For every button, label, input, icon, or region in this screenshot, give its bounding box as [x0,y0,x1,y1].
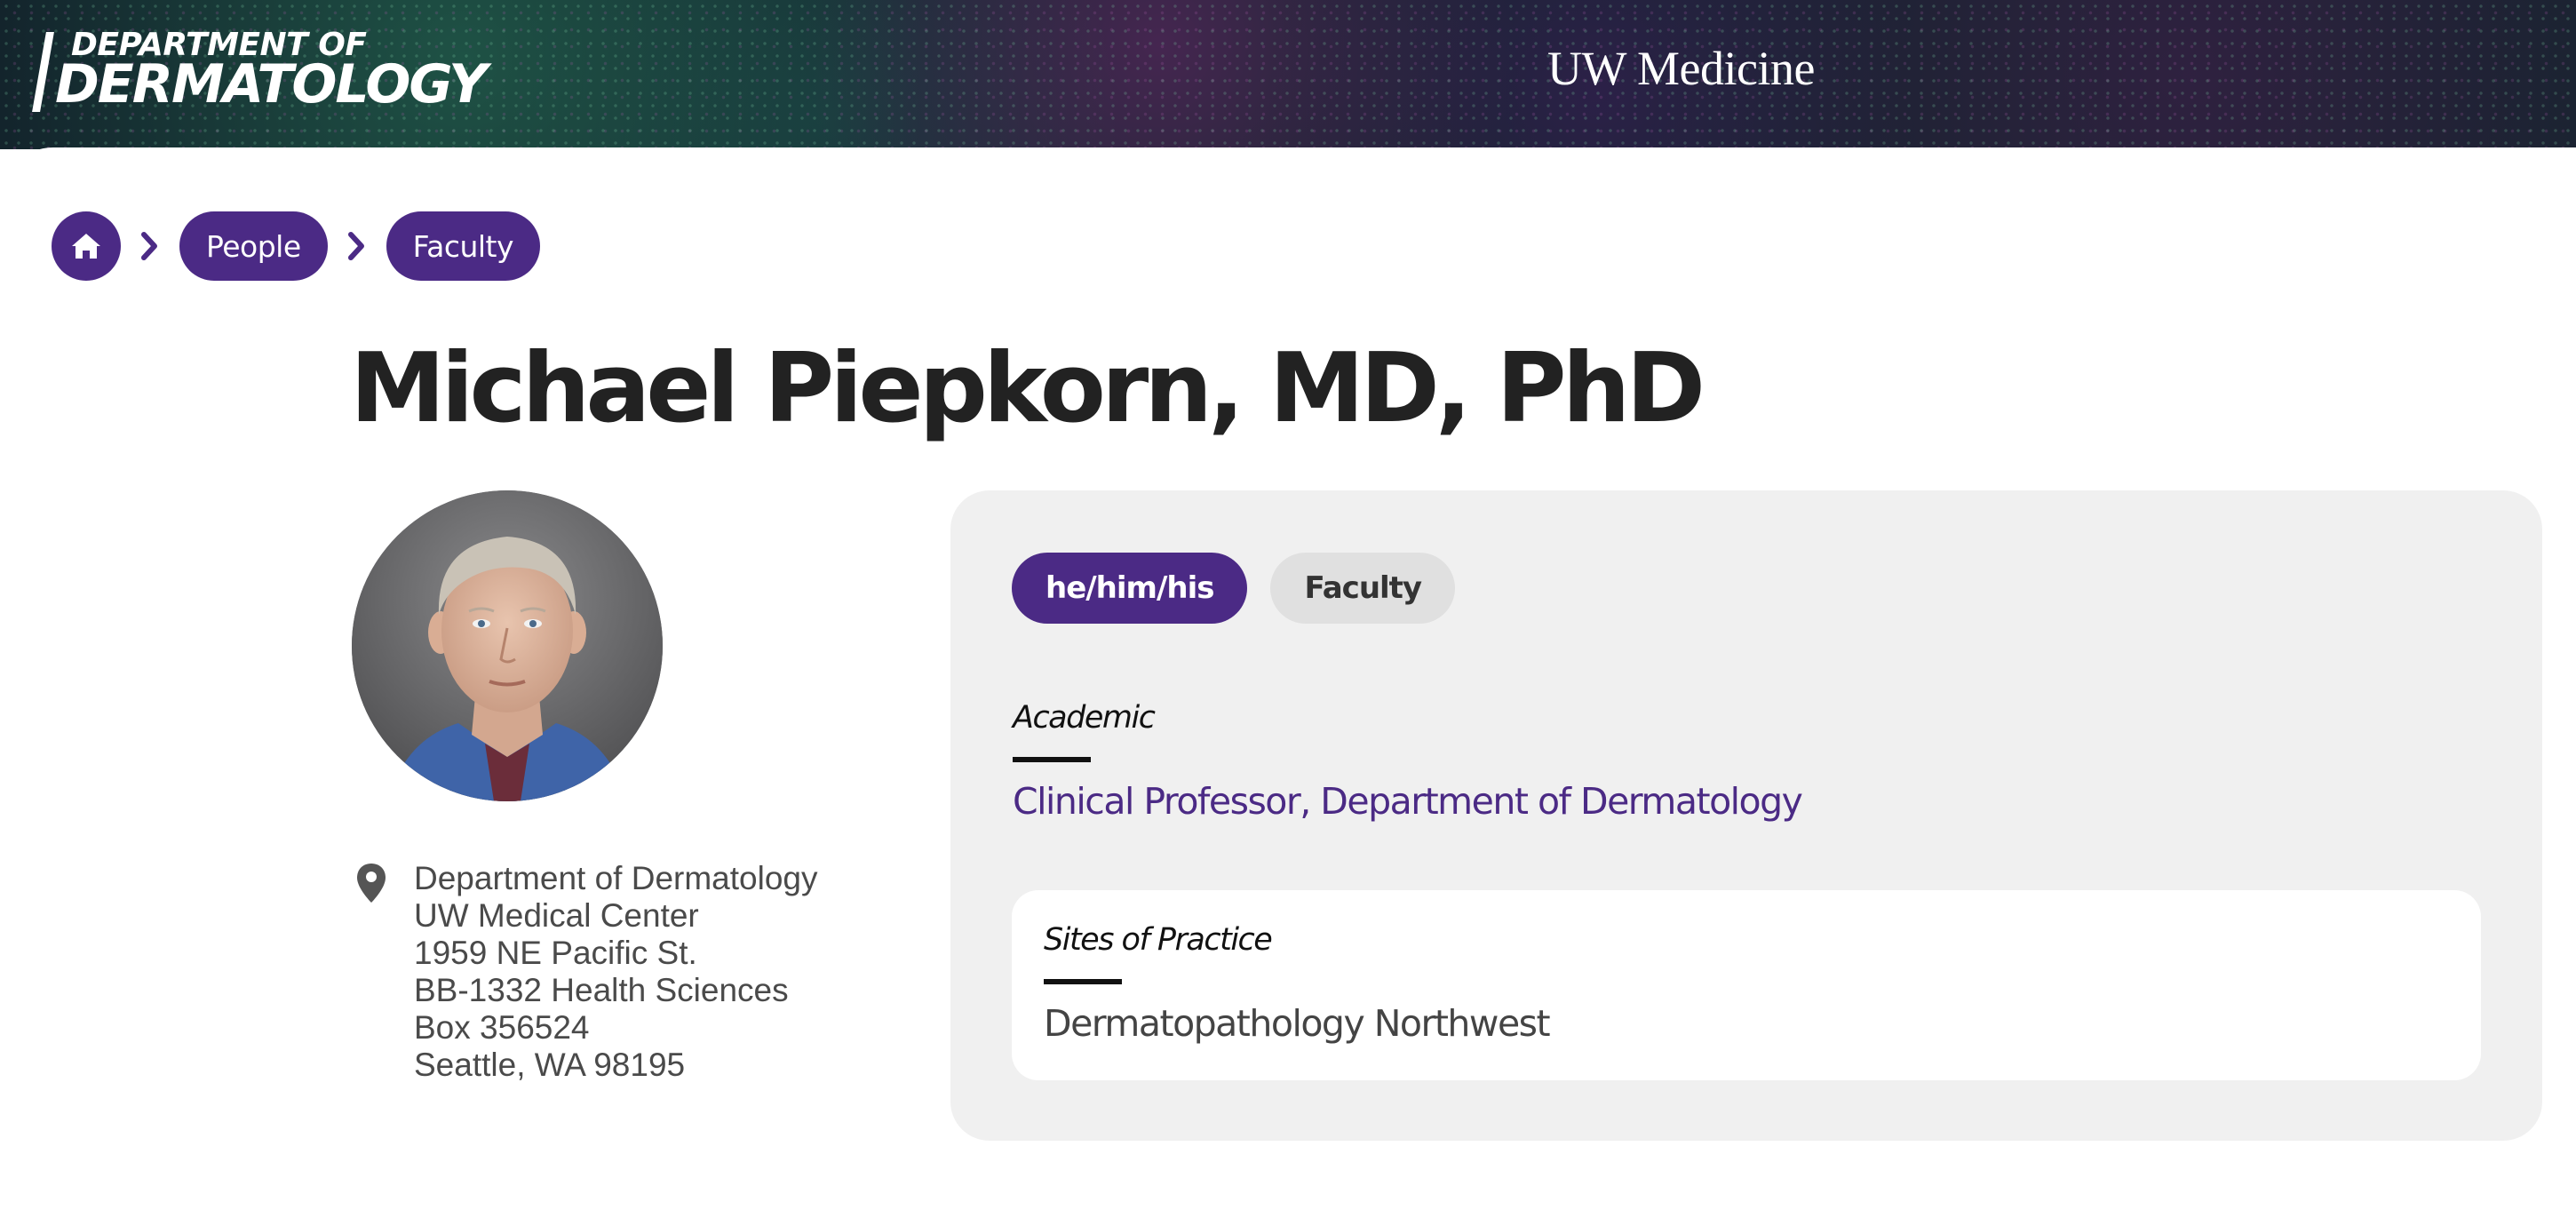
academic-heading: Academic [1013,700,1156,736]
logo-line-2: DERMATOLOGY [55,53,488,115]
site-header: DEPARTMENT OF DERMATOLOGY UW Medicine [0,0,2576,149]
breadcrumb-home[interactable] [52,211,121,281]
address-line: 1959 NE Pacific St. [414,935,697,971]
office-address: Department of Dermatology UW Medical Cen… [355,860,817,1084]
chevron-right-icon [132,211,168,281]
breadcrumb: People Faculty [52,211,541,281]
chevron-right-icon [339,211,375,281]
profile-tags: he/him/his Faculty [1012,553,1456,624]
address-line: Seattle, WA 98195 [414,1047,686,1083]
logo-bar [32,32,54,112]
address-lines: Department of Dermatology UW Medical Cen… [414,860,817,1084]
academic-title: Clinical Professor, Department of Dermat… [1013,780,1803,823]
page-title: Michael Piepkorn, MD, PhD [350,333,1705,444]
pronouns-badge: he/him/his [1012,553,1248,624]
profile-photo [352,490,663,801]
address-line: Department of Dermatology [414,860,818,896]
academic-divider [1013,757,1091,762]
role-badge: Faculty [1270,553,1456,624]
profile-info-panel: he/him/his Faculty Academic Clinical Pro… [950,490,2542,1141]
address-line: Box 356524 [414,1009,590,1046]
address-line: BB-1332 Health Sciences [414,972,789,1008]
sites-of-practice-card: Sites of Practice Dermatopathology North… [1012,890,2481,1080]
sites-heading: Sites of Practice [1044,922,1273,958]
uw-medicine-logo[interactable]: UW Medicine [1547,41,1815,96]
breadcrumb-people[interactable]: People [179,211,328,281]
map-pin-icon [355,862,394,908]
address-line: UW Medical Center [414,897,699,934]
breadcrumb-faculty[interactable]: Faculty [386,211,541,281]
sites-divider [1044,979,1122,984]
home-icon [72,234,100,259]
department-logo[interactable]: DEPARTMENT OF DERMATOLOGY [32,25,496,115]
site-name[interactable]: Dermatopathology Northwest [1044,1002,1551,1045]
